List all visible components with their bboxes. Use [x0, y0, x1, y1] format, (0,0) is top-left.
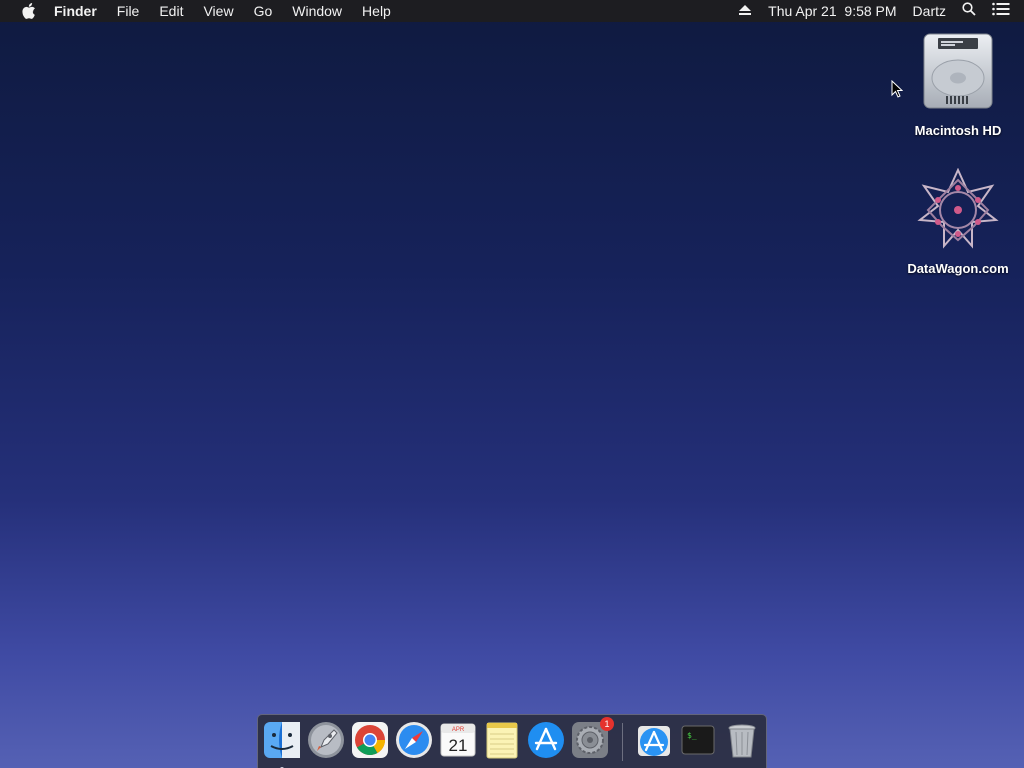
calendar-day: 21: [449, 736, 468, 755]
desktop[interactable]: Finder File Edit View Go Window Help Thu…: [0, 0, 1024, 768]
calendar-icon: APR 21: [440, 723, 476, 757]
menu-edit[interactable]: Edit: [149, 0, 193, 22]
desktop-icon-label: Macintosh HD: [914, 123, 1002, 138]
chrome-icon: [352, 722, 388, 758]
terminal-prompt: $_: [687, 731, 697, 740]
dock-safari[interactable]: [394, 720, 434, 760]
spotlight-search-icon[interactable]: [954, 0, 984, 22]
safari-compass-icon: [396, 722, 432, 758]
menu-file[interactable]: File: [107, 0, 150, 22]
dock-system-preferences[interactable]: 1: [570, 717, 614, 760]
app-store-icon: [528, 722, 564, 758]
desktop-icon-datawagon[interactable]: DataWagon.com: [898, 167, 1018, 276]
menu-user[interactable]: Dartz: [905, 0, 954, 22]
terminal-icon: $_: [681, 725, 715, 755]
menu-window[interactable]: Window: [282, 0, 352, 22]
menu-bar: Finder File Edit View Go Window Help Thu…: [0, 0, 1024, 22]
dock-notes[interactable]: [482, 720, 522, 760]
notification-center-icon[interactable]: [984, 0, 1024, 22]
desktop-icon-macintosh-hd[interactable]: Macintosh HD: [898, 30, 1018, 138]
menu-clock[interactable]: Thu Apr 21 9:58 PM: [760, 0, 904, 22]
menu-app-finder[interactable]: Finder: [54, 0, 107, 22]
trash-icon: [728, 724, 756, 758]
dock-separator: [622, 723, 623, 761]
dock-finder[interactable]: [262, 720, 302, 768]
menu-view[interactable]: View: [193, 0, 243, 22]
dock-app-store-installer[interactable]: [634, 720, 674, 760]
dock: APR 21 1 $_: [257, 714, 767, 768]
menu-help[interactable]: Help: [352, 0, 401, 22]
notification-badge: 1: [600, 717, 614, 731]
dock-trash[interactable]: [722, 720, 762, 760]
finder-icon: [264, 722, 300, 758]
dock-terminal[interactable]: $_: [678, 720, 718, 760]
launchpad-rocket-icon: [308, 722, 344, 758]
calendar-month: APR: [452, 727, 465, 733]
notes-icon: [486, 722, 518, 759]
hard-drive-icon: [923, 33, 993, 109]
apple-icon[interactable]: [17, 0, 41, 22]
dock-calendar[interactable]: APR 21: [438, 720, 478, 760]
app-store-installer-icon: [638, 726, 670, 756]
dock-chrome[interactable]: [350, 720, 390, 760]
desktop-icon-label: DataWagon.com: [907, 261, 1009, 276]
dock-app-store[interactable]: [526, 720, 566, 760]
eject-icon[interactable]: [730, 0, 760, 22]
menu-go[interactable]: Go: [244, 0, 283, 22]
mouse-cursor-icon: [891, 80, 903, 98]
dock-launchpad[interactable]: [306, 720, 346, 760]
mounted-volume-icon: [917, 167, 999, 249]
